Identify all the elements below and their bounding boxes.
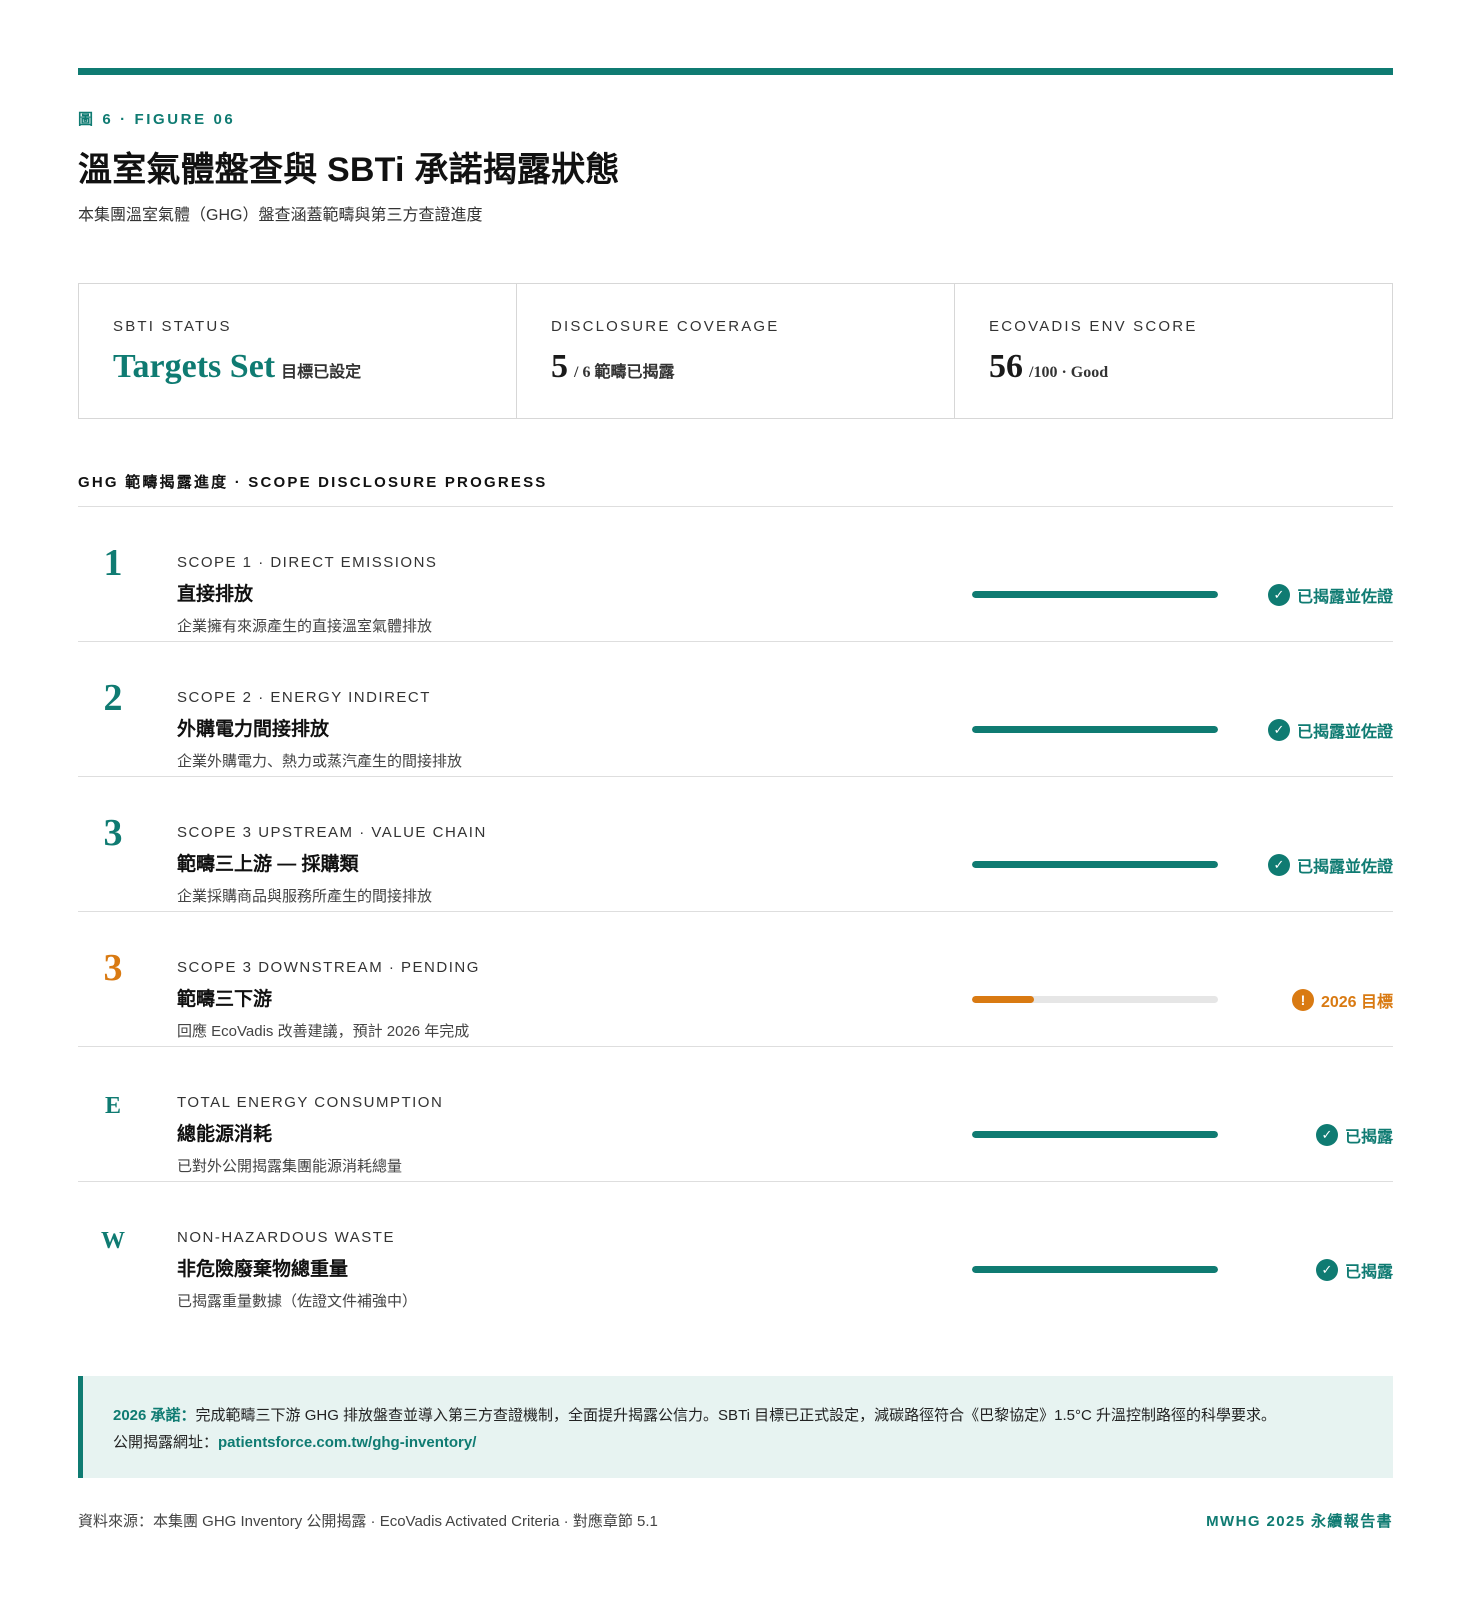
kpi-label: DISCLOSURE COVERAGE — [551, 318, 780, 335]
check-icon: ✓ — [1315, 1259, 1338, 1281]
status-label: 已揭露 — [1344, 1264, 1393, 1281]
progress-bar — [972, 1131, 1218, 1138]
status-label: 2026 目標 — [1320, 994, 1393, 1011]
commitment-note: 2026 承諾：完成範疇三下游 GHG 排放盤查並導入第三方查證機制，全面提升揭… — [78, 1376, 1393, 1478]
status-label: 已揭露並佐證 — [1296, 589, 1393, 606]
kpi-value-row: 5 / 6 範疇已揭露 — [551, 348, 674, 386]
progress-bar — [972, 996, 1218, 1003]
row-marker: 3 — [103, 947, 123, 989]
status-badge: ✓ 已揭露並佐證 — [1267, 853, 1393, 877]
row-code: SCOPE 2 · ENERGY INDIRECT — [177, 689, 431, 706]
check-icon: ✓ — [1267, 584, 1290, 606]
row-description: 已揭露重量數據（佐證文件補強中） — [177, 1293, 418, 1310]
progress-fill — [972, 1266, 1218, 1273]
figure-page: 圖 6 · FIGURE 06 溫室氣體盤查與 SBTi 承諾揭露狀態 本集團溫… — [78, 0, 1393, 1600]
row-name: 非危險廢棄物總重量 — [177, 1259, 349, 1280]
scope-row: 3 SCOPE 3 DOWNSTREAM · PENDING 範疇三下游回應 Eco… — [78, 912, 1393, 1047]
kpi-suffix: / 6 範疇已揭露 — [574, 364, 675, 381]
scope-row: 2 SCOPE 2 · ENERGY INDIRECT 外購電力間接排放企業外購電力… — [78, 642, 1393, 777]
footer-brand: MWHG 2025 永續報告書 — [1206, 1513, 1393, 1530]
progress-bar — [972, 726, 1218, 733]
scope-list: 1 SCOPE 1 · DIRECT EMISSIONS 直接排放企業擁有來源產生的… — [78, 507, 1393, 1317]
status-badge: ✓ 已揭露並佐證 — [1267, 583, 1393, 607]
row-code: SCOPE 3 UPSTREAM · VALUE CHAIN — [177, 824, 487, 841]
top-rule — [78, 68, 1393, 75]
row-marker: W — [101, 1228, 125, 1254]
figure-label: 圖 6 · FIGURE 06 — [78, 111, 236, 128]
progress-fill — [972, 861, 1218, 868]
progress-fill — [972, 1131, 1218, 1138]
row-description: 企業外購電力、熱力或蒸汽產生的間接排放 — [177, 753, 463, 770]
disclosure-url-link[interactable]: patientsforce.com.tw/ghg-inventory/ — [218, 1434, 476, 1451]
kpi-sbti-status: SBTI STATUS Targets Set 目標已設定 — [79, 284, 517, 418]
status-badge: ✓ 已揭露 — [1315, 1123, 1393, 1147]
kpi-value-row: 56/100 · Good — [989, 348, 1108, 386]
row-description: 企業採購商品與服務所產生的間接排放 — [177, 888, 433, 905]
row-marker: 1 — [103, 542, 123, 584]
note-text: 完成範疇三下游 GHG 排放盤查並導入第三方查證機制，全面提升揭露公信力。SBT… — [195, 1407, 1277, 1424]
progress-fill — [972, 591, 1218, 598]
check-icon: ✓ — [1267, 719, 1290, 741]
check-icon: ✓ — [1315, 1124, 1338, 1146]
row-name: 總能源消耗 — [177, 1124, 273, 1145]
note-url-label: 公開揭露網址： — [113, 1434, 219, 1451]
status-label: 已揭露並佐證 — [1296, 724, 1393, 741]
row-name: 直接排放 — [177, 584, 254, 605]
status-badge: ✓ 已揭露 — [1315, 1258, 1393, 1282]
row-marker: 2 — [103, 677, 123, 719]
row-marker: E — [104, 1093, 121, 1119]
status-badge: ! 2026 目標 — [1291, 988, 1393, 1012]
check-icon: ✓ — [1267, 854, 1290, 876]
kpi-disclosure-coverage: DISCLOSURE COVERAGE 5 / 6 範疇已揭露 — [517, 284, 955, 418]
row-description: 企業擁有來源產生的直接溫室氣體排放 — [177, 618, 433, 635]
kpi-ecovadis-score: ECOVADIS ENV SCORE 56/100 · Good — [955, 284, 1392, 418]
note-line-1: 2026 承諾：完成範疇三下游 GHG 排放盤查並導入第三方查證機制，全面提升揭… — [113, 1402, 1363, 1429]
kpi-label: SBTI STATUS — [113, 318, 232, 335]
note-lead: 2026 承諾： — [113, 1407, 196, 1424]
scope-row: W NON-HAZARDOUS WASTE 非危險廢棄物總重量已揭露重量數據（佐證文… — [78, 1182, 1393, 1317]
progress-bar — [972, 1266, 1218, 1273]
row-name: 範疇三下游 — [177, 989, 273, 1010]
row-marker: 3 — [103, 812, 123, 854]
kpi-value: Targets Set — [113, 348, 276, 385]
page-subtitle: 本集團溫室氣體（GHG）盤查涵蓋範疇與第三方查證進度 — [78, 207, 483, 224]
row-code: NON-HAZARDOUS WASTE — [177, 1229, 395, 1246]
exclamation-icon: ! — [1291, 989, 1314, 1011]
kpi-suffix: 目標已設定 — [281, 364, 362, 381]
progress-fill — [972, 726, 1218, 733]
kpi-suffix: /100 · Good — [1029, 364, 1109, 381]
status-label: 已揭露 — [1344, 1129, 1393, 1146]
row-description: 回應 EcoVadis 改善建議，預計 2026 年完成 — [177, 1023, 470, 1040]
progress-bar — [972, 591, 1218, 598]
scope-row: 1 SCOPE 1 · DIRECT EMISSIONS 直接排放企業擁有來源產生的… — [78, 507, 1393, 642]
kpi-panel: SBTI STATUS Targets Set 目標已設定 DISCLOSURE … — [78, 283, 1393, 419]
kpi-label: ECOVADIS ENV SCORE — [989, 318, 1198, 335]
page-title: 溫室氣體盤查與 SBTi 承諾揭露狀態 — [78, 151, 620, 189]
section-title: GHG 範疇揭露進度 · SCOPE DISCLOSURE PROGRESS — [78, 474, 548, 491]
kpi-value: 56 — [989, 348, 1023, 385]
status-badge: ✓ 已揭露並佐證 — [1267, 718, 1393, 742]
progress-bar — [972, 861, 1218, 868]
kpi-value-row: Targets Set 目標已設定 — [113, 348, 361, 386]
kpi-value: 5 — [551, 348, 568, 385]
scope-row: E TOTAL ENERGY CONSUMPTION 總能源消耗已對外公開揭露集團能… — [78, 1047, 1393, 1182]
row-code: TOTAL ENERGY CONSUMPTION — [177, 1094, 444, 1111]
row-description: 已對外公開揭露集團能源消耗總量 — [177, 1158, 403, 1175]
scope-row: 3 SCOPE 3 UPSTREAM · VALUE CHAIN 範疇三上游 — 採… — [78, 777, 1393, 912]
row-code: SCOPE 3 DOWNSTREAM · PENDING — [177, 959, 480, 976]
row-name: 範疇三上游 — 採購類 — [177, 854, 359, 875]
footer-source: 資料來源：本集團 GHG Inventory 公開揭露 · EcoVadis A… — [78, 1513, 658, 1530]
row-name: 外購電力間接排放 — [177, 719, 330, 740]
note-line-2: 公開揭露網址：patientsforce.com.tw/ghg-inventor… — [113, 1429, 1363, 1456]
status-label: 已揭露並佐證 — [1296, 859, 1393, 876]
row-code: SCOPE 1 · DIRECT EMISSIONS — [177, 554, 438, 571]
progress-fill — [972, 996, 1034, 1003]
